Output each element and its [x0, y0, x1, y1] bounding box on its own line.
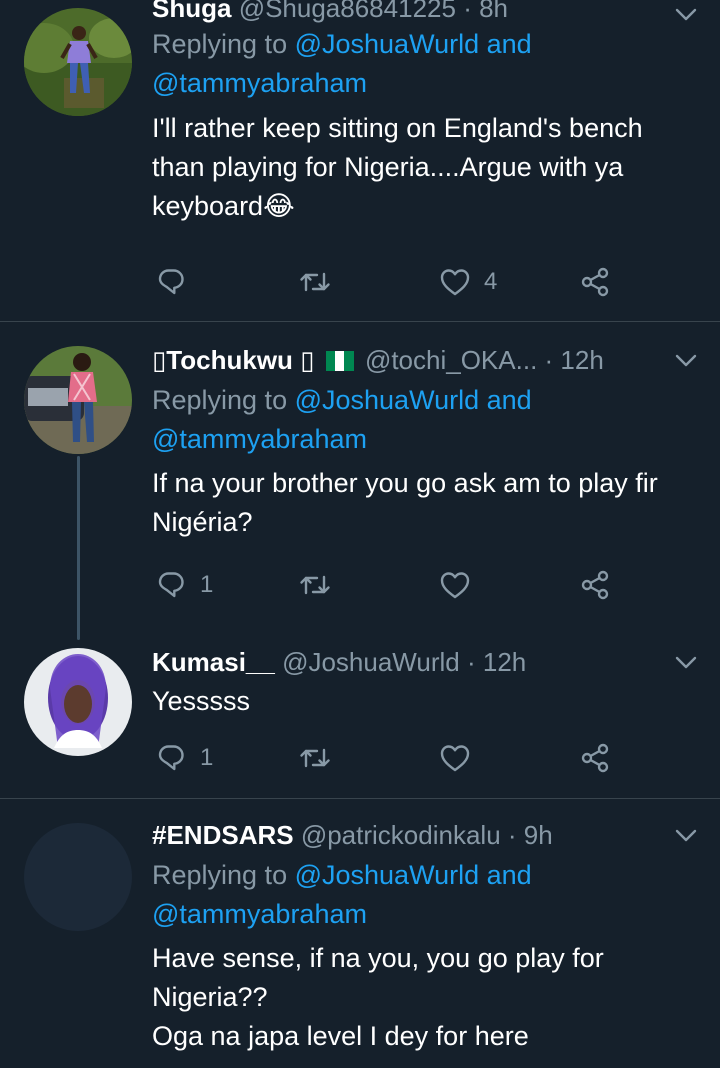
share-button[interactable] — [578, 262, 612, 302]
like-button[interactable]: 4 — [438, 262, 497, 302]
retweet-button[interactable] — [298, 262, 344, 302]
display-name[interactable]: Kumasi__ — [152, 647, 275, 677]
retweet-icon — [300, 575, 330, 595]
tweet-text: I'll rather keep sitting on England's be… — [152, 113, 643, 221]
timestamp[interactable]: · 9h — [508, 820, 553, 850]
thread-line — [77, 456, 80, 640]
like-count: 4 — [484, 268, 498, 295]
tweet-text-line: Oga na japa level I dey for here — [152, 1021, 529, 1051]
avatar[interactable] — [24, 8, 132, 116]
tweet-text-line: Have sense, if na you, you go play for N… — [152, 943, 604, 1012]
tweet-header: ▯Tochukwu ▯ @tochi_OKA... · 12h — [152, 342, 700, 378]
share-icon — [581, 267, 609, 297]
tweet-header: #ENDSARS @patrickodinkalu · 9h — [152, 817, 700, 853]
handle[interactable]: @Shuga86841225 — [239, 0, 456, 23]
handle[interactable]: @patrickodinkalu — [301, 820, 501, 850]
reply-button[interactable] — [154, 262, 200, 302]
mention-link[interactable]: @tammyabraham — [152, 424, 367, 454]
timestamp[interactable]: · 8h — [463, 0, 508, 23]
tweet-text: Have sense, if na you, you go play for N… — [152, 939, 700, 1056]
reply-prefix: Replying to — [152, 860, 295, 890]
tweet-2[interactable]: ▯Tochukwu ▯ @tochi_OKA... · 12h Replying… — [0, 322, 720, 640]
like-button[interactable] — [438, 738, 484, 778]
avatar[interactable] — [24, 346, 132, 454]
display-name[interactable]: ▯Tochukwu ▯ — [152, 345, 314, 375]
reply-count: 1 — [200, 744, 214, 771]
tweet-actions: 1 — [152, 738, 622, 778]
reply-context: Replying to @JoshuaWurld and @tammyabrah… — [152, 856, 700, 934]
mention-link[interactable]: @tammyabraham — [152, 899, 367, 929]
reply-icon — [158, 572, 184, 598]
timestamp[interactable]: · 12h — [467, 647, 526, 677]
share-button[interactable] — [578, 565, 612, 605]
timestamp[interactable]: · 12h — [545, 345, 604, 375]
reply-context: Replying to @JoshuaWurld and @tammyabrah… — [152, 381, 700, 459]
avatar[interactable] — [24, 823, 132, 931]
reply-context: Replying to @JoshuaWurld and @tammyabrah… — [152, 25, 700, 103]
tweet-text: Yesssss — [152, 686, 251, 716]
reply-button[interactable]: 1 — [154, 738, 213, 778]
tweet-4[interactable]: #ENDSARS @patrickodinkalu · 9h Replying … — [0, 799, 720, 1068]
chevron-down-icon[interactable] — [672, 0, 700, 28]
like-icon — [440, 269, 470, 296]
display-name[interactable]: #ENDSARS — [152, 820, 294, 850]
retweet-button[interactable] — [298, 738, 344, 778]
like-icon — [440, 572, 470, 599]
retweet-icon — [300, 272, 330, 292]
reply-count: 1 — [200, 571, 214, 598]
reply-button[interactable]: 1 — [154, 565, 213, 605]
tweet-3[interactable]: Kumasi__ @JoshuaWurld · 12h Yesssss 1 — [0, 640, 720, 798]
share-icon — [581, 570, 609, 600]
tweet-actions: 4 — [152, 262, 622, 302]
tweet-header: Shuga @Shuga86841225 · 8h — [152, 0, 700, 26]
like-icon — [440, 745, 470, 772]
avatar[interactable] — [24, 648, 132, 756]
tweet-header: Kumasi__ @JoshuaWurld · 12h — [152, 644, 700, 680]
tweet-actions: 1 — [152, 565, 622, 605]
mention-link[interactable]: @JoshuaWurld — [295, 385, 480, 415]
chevron-down-icon[interactable] — [672, 821, 700, 849]
mention-link[interactable]: @tammyabraham — [152, 68, 367, 98]
chevron-down-icon[interactable] — [672, 346, 700, 374]
mention-link[interactable]: @JoshuaWurld — [295, 860, 480, 890]
tweet-1[interactable]: Shuga @Shuga86841225 · 8h Replying to @J… — [0, 0, 720, 320]
nigeria-flag-icon — [325, 344, 354, 371]
display-name[interactable]: Shuga — [152, 0, 231, 23]
chevron-down-icon[interactable] — [672, 648, 700, 676]
retweet-icon — [300, 748, 330, 768]
reply-prefix: Replying to — [152, 385, 295, 415]
retweet-button[interactable] — [298, 565, 344, 605]
reply-and: and — [479, 860, 532, 890]
reply-prefix: Replying to — [152, 29, 295, 59]
handle[interactable]: @tochi_OKA... — [365, 345, 537, 375]
share-button[interactable] — [578, 738, 612, 778]
reply-icon — [158, 745, 184, 771]
reply-and: and — [479, 385, 532, 415]
like-button[interactable] — [438, 565, 484, 605]
mention-link[interactable]: @JoshuaWurld — [295, 29, 480, 59]
tweet-text: If na your brother you go ask am to play… — [152, 468, 658, 537]
share-icon — [581, 743, 609, 773]
reply-icon — [158, 269, 184, 295]
handle[interactable]: @JoshuaWurld — [282, 647, 460, 677]
reply-and: and — [479, 29, 532, 59]
